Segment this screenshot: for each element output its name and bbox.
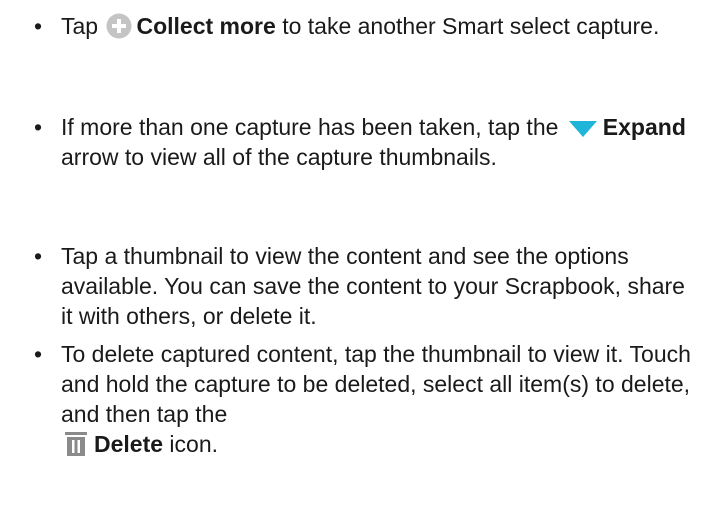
text-run: to take another Smart select capture. bbox=[275, 13, 660, 39]
list-item-text: If more than one capture has been taken,… bbox=[61, 112, 694, 172]
list-item-text: Tap a thumbnail to view the content and … bbox=[61, 243, 685, 329]
expand-label: Expand bbox=[602, 114, 686, 140]
list-item-text: To delete captured content, tap the thum… bbox=[61, 339, 694, 459]
text-run: Tap bbox=[61, 13, 105, 39]
bullet-marker: • bbox=[34, 13, 43, 39]
bullet-marker: • bbox=[34, 243, 43, 269]
list-item-text: Tap Collect more to take another Smart s… bbox=[61, 11, 694, 41]
plus-circle-icon bbox=[106, 13, 132, 39]
collect-more-label: Collect more bbox=[136, 13, 276, 39]
text-run: icon. bbox=[163, 431, 219, 457]
bullet-marker: • bbox=[34, 341, 43, 367]
text-run: If more than one capture has been taken,… bbox=[61, 114, 565, 140]
list-item-collect-more: • Tap Collect more to take another Smart… bbox=[34, 11, 694, 41]
text-run: To delete captured content, tap the thum… bbox=[61, 341, 691, 427]
list-item-expand: • If more than one capture has been take… bbox=[34, 112, 694, 172]
bullet-marker: • bbox=[34, 114, 43, 140]
list-item-thumbnail: • Tap a thumbnail to view the content an… bbox=[34, 241, 694, 331]
expand-arrow-icon bbox=[568, 120, 598, 138]
text-run: arrow to view all of the capture thumbna… bbox=[61, 144, 497, 170]
delete-label: Delete bbox=[94, 431, 164, 457]
text-line: Delete icon. bbox=[64, 429, 219, 459]
trash-icon bbox=[64, 431, 88, 457]
instruction-list: • Tap Collect more to take another Smart… bbox=[0, 0, 702, 508]
list-item-delete: • To delete captured content, tap the th… bbox=[34, 339, 694, 459]
